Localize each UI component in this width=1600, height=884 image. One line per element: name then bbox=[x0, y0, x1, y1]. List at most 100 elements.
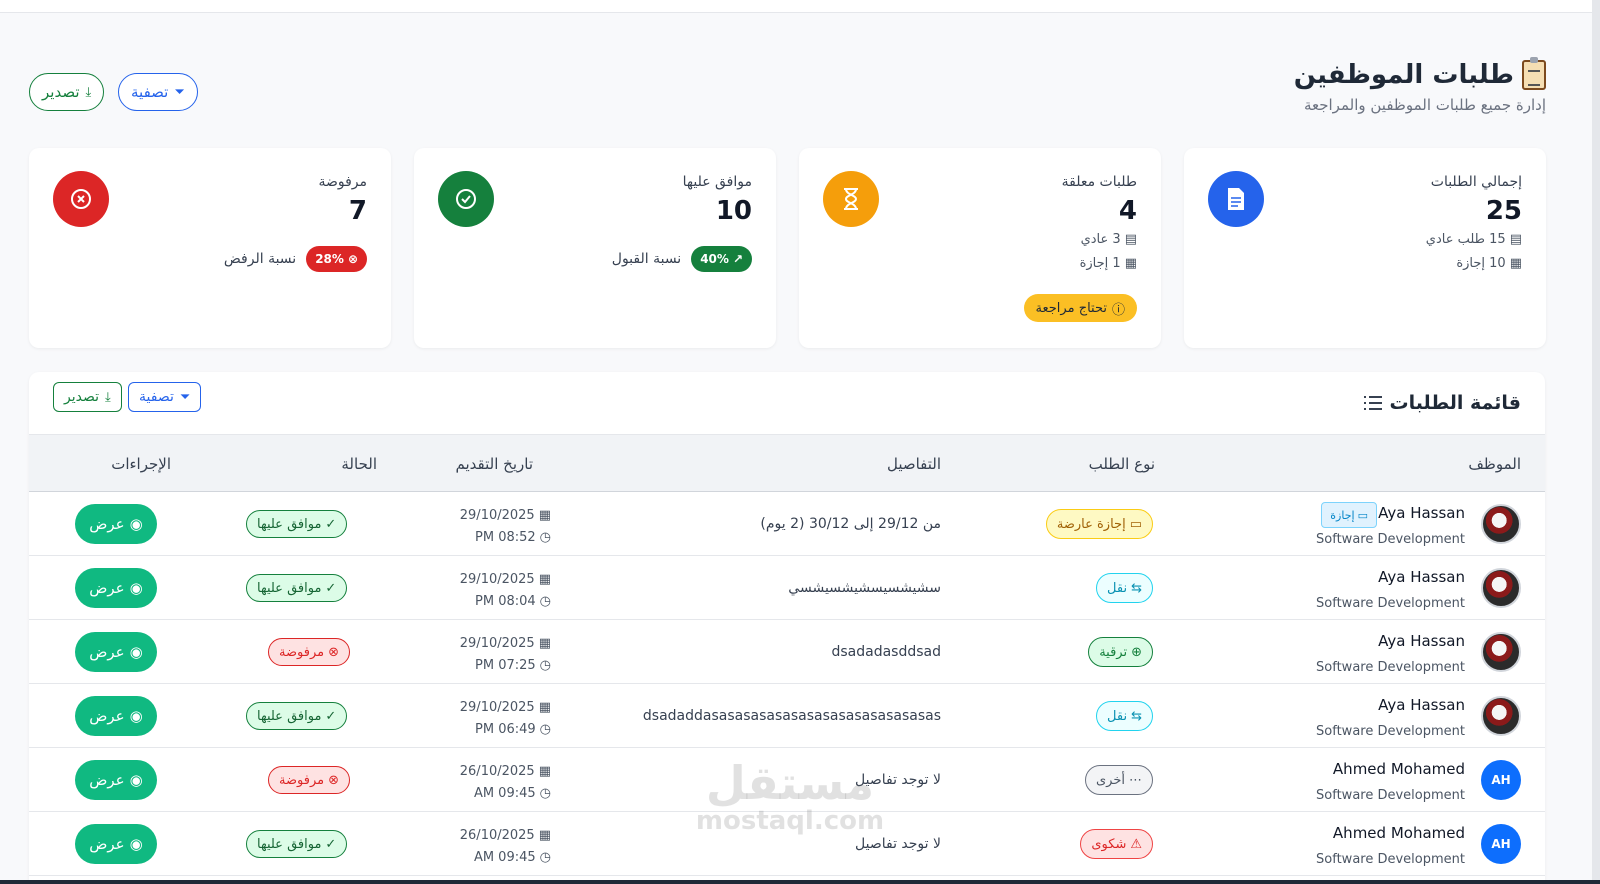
calendar-icon: ▦ bbox=[538, 635, 551, 651]
avatar: AH bbox=[1481, 824, 1521, 864]
top-bar bbox=[0, 0, 1600, 13]
calendar-icon: ▭ bbox=[1129, 516, 1142, 532]
list-icon bbox=[1363, 396, 1382, 410]
status-badge: ✓ موافق عليها bbox=[246, 702, 348, 730]
avatar bbox=[1481, 632, 1521, 672]
eye-icon: ◉ bbox=[129, 771, 143, 789]
hourglass-icon bbox=[823, 171, 879, 227]
clock-icon: ◷ bbox=[539, 593, 551, 609]
warning-icon: ⚠ bbox=[1130, 836, 1142, 852]
table-row[interactable]: Aya Hassan Software Development ⇆ نقل سشي… bbox=[29, 556, 1545, 620]
check-circle-icon: ✓ bbox=[325, 516, 337, 532]
avatar bbox=[1481, 504, 1521, 544]
table-row[interactable]: Aya Hassan Software Development ⇆ نقل dsa… bbox=[29, 684, 1545, 748]
type-badge: ⇆ نقل bbox=[1096, 573, 1153, 603]
clipboard-icon bbox=[1522, 57, 1546, 90]
download-icon: ⤓ bbox=[85, 84, 92, 100]
export-button[interactable]: ⤓ تصدير bbox=[29, 73, 105, 111]
status-badge: ⊗ مرفوضة bbox=[268, 766, 350, 794]
eye-icon: ◉ bbox=[129, 579, 143, 597]
more-icon: ⋯ bbox=[1129, 772, 1142, 788]
status-badge: ✓ موافق عليها bbox=[246, 574, 348, 602]
view-button[interactable]: ◉ عرض bbox=[75, 760, 157, 800]
acceptance-rate-badge: ↗ 40% bbox=[691, 246, 752, 272]
page-header: طلبات الموظفين إدارة جميع طلبات الموظفين… bbox=[1294, 57, 1546, 114]
filter-icon: ⏷ bbox=[174, 84, 185, 100]
check-circle-icon: ✓ bbox=[325, 708, 337, 724]
details-text: لا توجد تفاصيل bbox=[855, 836, 941, 852]
column-type[interactable]: نوع الطلب bbox=[1089, 455, 1155, 473]
eye-icon: ◉ bbox=[129, 643, 143, 661]
type-badge: ⊕ ترقية bbox=[1088, 637, 1153, 667]
details-text: سشيشسيسشيشسيشسي bbox=[788, 580, 941, 596]
scrollbar[interactable] bbox=[1592, 0, 1600, 884]
clock-icon: ◷ bbox=[539, 785, 551, 801]
clock-icon: ◷ bbox=[539, 529, 551, 545]
pending-requests-card: طلبات معلقة 4 ▤ 3 عادي ▦ 1 إجازة ⓘ تحتاج م… bbox=[799, 148, 1161, 348]
calendar-icon: ▭ bbox=[1357, 508, 1368, 522]
view-button[interactable]: ◉ عرض bbox=[75, 504, 157, 544]
table-row[interactable]: Aya Hassan Software Development ⊕ ترقية d… bbox=[29, 620, 1545, 684]
avatar bbox=[1481, 696, 1521, 736]
eye-icon: ◉ bbox=[129, 707, 143, 725]
column-employee[interactable]: الموظف bbox=[1468, 455, 1521, 473]
column-date[interactable]: تاريخ التقديم bbox=[456, 455, 534, 473]
x-circle-icon: ⊗ bbox=[347, 252, 358, 266]
calendar-icon: ▦ bbox=[1509, 256, 1522, 271]
check-circle-icon: ✓ bbox=[325, 836, 337, 852]
calendar-icon: ▦ bbox=[538, 507, 551, 523]
panel-filter-button[interactable]: ⏷ تصفية bbox=[128, 382, 202, 412]
column-details[interactable]: التفاصيل bbox=[887, 455, 941, 473]
filter-icon: ⏷ bbox=[179, 389, 191, 405]
calendar-icon: ▦ bbox=[538, 571, 551, 587]
view-button[interactable]: ◉ عرض bbox=[75, 696, 157, 736]
x-circle-icon bbox=[53, 171, 109, 227]
table-header: الموظف نوع الطلب التفاصيل تاريخ التقديم … bbox=[29, 434, 1545, 492]
type-badge: ⋯ أخرى bbox=[1085, 765, 1153, 795]
x-circle-icon: ⊗ bbox=[328, 772, 339, 788]
check-circle-icon: ✓ bbox=[325, 580, 337, 596]
calendar-icon: ▦ bbox=[538, 763, 551, 779]
view-button[interactable]: ◉ عرض bbox=[75, 824, 157, 864]
alert-circle-icon: ⓘ bbox=[1111, 302, 1125, 318]
x-circle-icon: ⊗ bbox=[328, 644, 339, 660]
type-badge: ▭ إجازة عارضة bbox=[1045, 509, 1153, 539]
approved-requests-card: موافق عليها 10 ↗ 40% نسبة القبول bbox=[414, 148, 776, 348]
panel-export-button[interactable]: ⤓ تصدير bbox=[53, 382, 122, 412]
rejected-requests-card: مرفوضة 7 ⊗ 28% نسبة الرفض bbox=[29, 148, 391, 348]
eye-icon: ◉ bbox=[129, 515, 143, 533]
column-status[interactable]: الحالة bbox=[341, 455, 377, 473]
panel-title: قائمة الطلبات bbox=[1363, 392, 1521, 414]
calendar-icon: ▦ bbox=[538, 827, 551, 843]
clock-icon: ◷ bbox=[539, 849, 551, 865]
type-badge: ⇆ نقل bbox=[1096, 701, 1153, 731]
avatar: AH bbox=[1481, 760, 1521, 800]
type-badge: ⚠ شكوى bbox=[1080, 829, 1153, 859]
download-icon: ⤓ bbox=[105, 389, 111, 405]
details-text: من 29/12 إلى 30/12 (2 يوم) bbox=[760, 516, 941, 532]
clock-icon: ◷ bbox=[539, 721, 551, 737]
table-row[interactable]: Aya Hassan ▭ إجازة Software Development ▭… bbox=[29, 492, 1545, 556]
total-requests-card: إجمالي الطلبات 25 ▤ 15 طلب عادي ▦ 10 إجازة bbox=[1184, 148, 1546, 348]
eye-icon: ◉ bbox=[129, 835, 143, 853]
view-button[interactable]: ◉ عرض bbox=[75, 632, 157, 672]
trend-icon: ↗ bbox=[732, 252, 743, 266]
calendar-icon: ▦ bbox=[1124, 256, 1137, 271]
arrow-up-circle-icon: ⊕ bbox=[1131, 644, 1142, 660]
document-icon bbox=[1208, 171, 1264, 227]
details-text: dsadadasddsad bbox=[831, 644, 941, 660]
file-icon: ▤ bbox=[1124, 232, 1137, 247]
calendar-icon: ▦ bbox=[538, 699, 551, 715]
status-badge: ✓ موافق عليها bbox=[246, 830, 348, 858]
leave-tag: ▭ إجازة bbox=[1321, 502, 1377, 528]
bottom-bar bbox=[0, 880, 1600, 884]
file-icon: ▤ bbox=[1509, 232, 1522, 247]
status-badge: ✓ موافق عليها bbox=[246, 510, 348, 538]
page-subtitle: إدارة جميع طلبات الموظفين والمراجعة bbox=[1303, 96, 1546, 114]
filter-button[interactable]: ⏷ تصفية bbox=[118, 73, 198, 111]
view-button[interactable]: ◉ عرض bbox=[75, 568, 157, 608]
clock-icon: ◷ bbox=[539, 657, 551, 673]
rejection-rate-badge: ⊗ 28% bbox=[306, 246, 367, 272]
transfer-icon: ⇆ bbox=[1131, 708, 1142, 724]
column-actions[interactable]: الإجراءات bbox=[111, 455, 171, 473]
